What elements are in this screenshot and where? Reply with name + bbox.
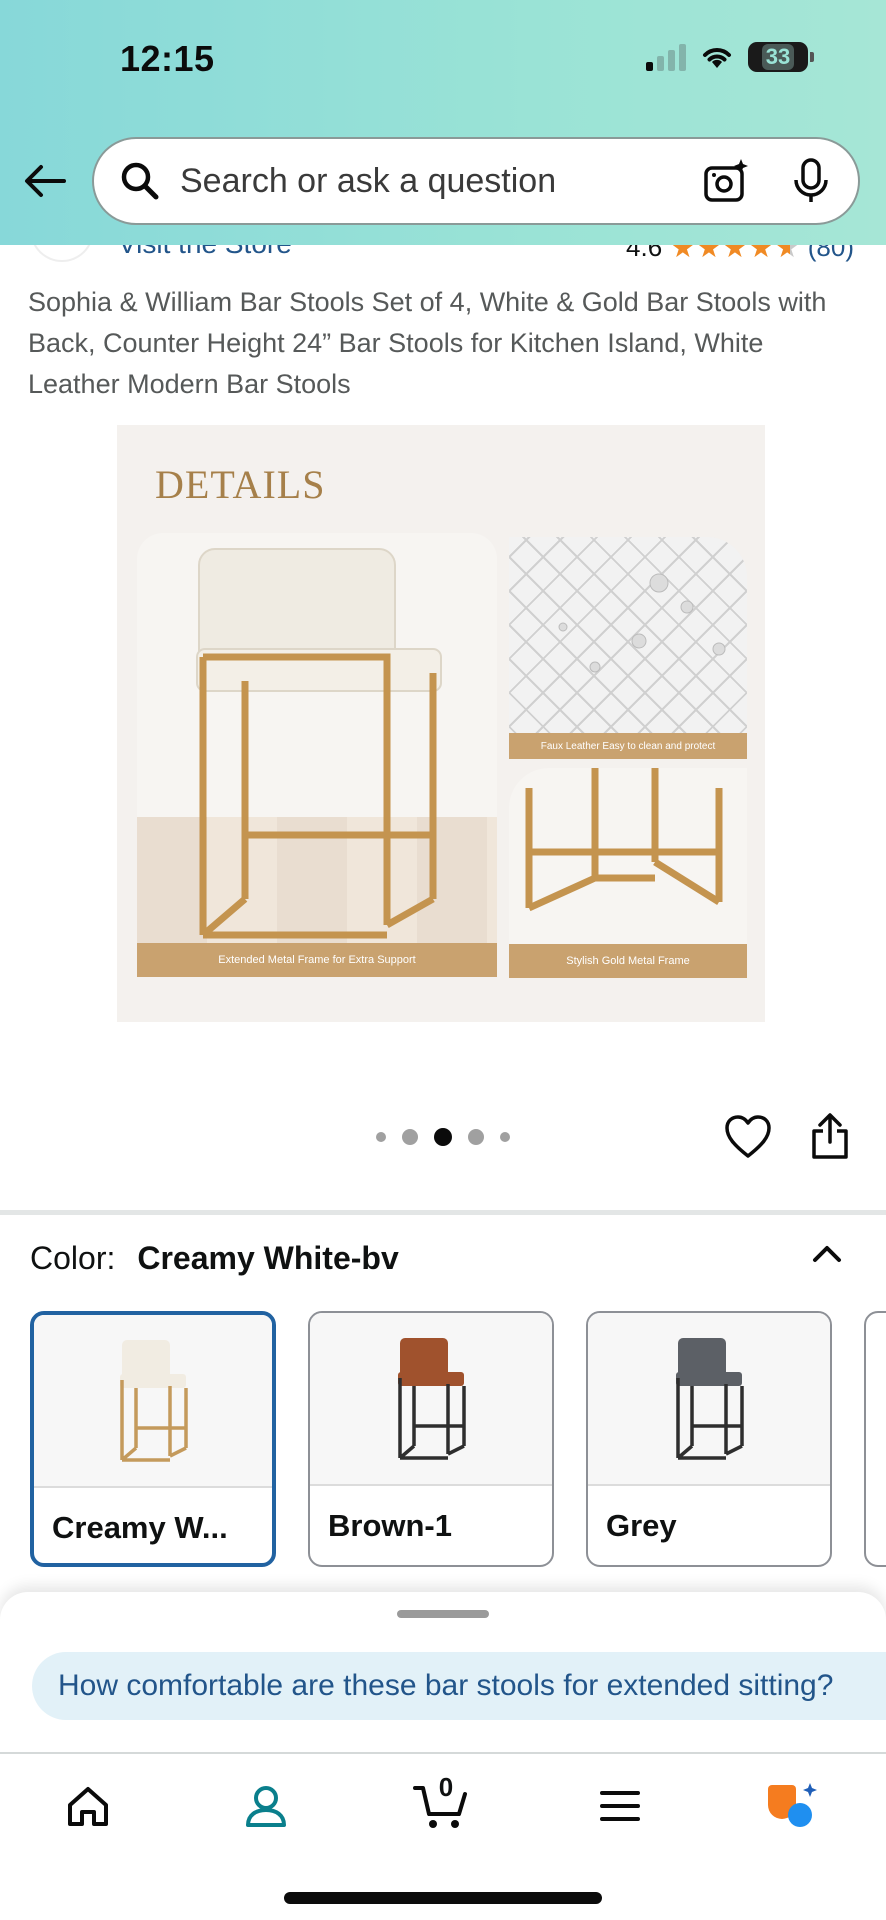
caption-top-right: Faux Leather Easy to clean and protect: [509, 733, 747, 759]
battery-percent: 33: [761, 44, 795, 70]
collapse-color-button[interactable]: [810, 1236, 844, 1270]
stool-thumbnail: [398, 1337, 466, 1460]
home-icon: [68, 1787, 108, 1826]
battery-icon: 33: [748, 42, 814, 72]
bar-stool-illustration: [196, 548, 442, 939]
section-divider: [0, 1210, 886, 1215]
voice-search-button[interactable]: [790, 157, 832, 205]
suggested-question-chip[interactable]: How comfortable are these bar stools for…: [32, 1652, 886, 1720]
person-icon: [246, 1786, 286, 1827]
share-button[interactable]: [810, 1112, 850, 1160]
heart-icon: [725, 1115, 771, 1158]
camera-sparkle-icon: [704, 159, 748, 202]
add-to-list-button[interactable]: [724, 1114, 772, 1160]
cart-count: 0: [438, 1772, 454, 1802]
top-header: 12:15 33 Search or ask a question: [0, 0, 886, 245]
share-icon: [812, 1113, 848, 1159]
color-label: Color:: [30, 1240, 116, 1276]
nav-home[interactable]: [58, 1780, 118, 1832]
color-option-grey[interactable]: Grey: [586, 1311, 832, 1567]
bottom-navbar: 0: [0, 1754, 886, 1920]
color-option-brown[interactable]: Brown-1: [308, 1311, 554, 1567]
search-input[interactable]: Search or ask a question: [180, 162, 702, 201]
sheet-drag-handle[interactable]: [397, 1610, 489, 1618]
back-button[interactable]: [22, 158, 68, 204]
caption-left: Extended Metal Frame for Extra Support: [137, 943, 497, 977]
carousel-dot[interactable]: [468, 1129, 484, 1145]
microphone-icon: [794, 158, 828, 202]
status-icons: 33: [646, 42, 814, 72]
color-option-partial[interactable]: [864, 1311, 886, 1567]
carousel-dot-active[interactable]: [434, 1128, 452, 1146]
swatch-image: [34, 1315, 272, 1488]
image-heading: DETAILS: [155, 462, 326, 507]
stool-thumbnail: [120, 1339, 188, 1462]
nav-account[interactable]: [236, 1780, 296, 1832]
camera-search-button[interactable]: [702, 157, 750, 205]
color-swatches: Creamy W... Brown-1 Grey: [30, 1311, 832, 1567]
assistant-icon: [768, 1783, 817, 1827]
cellular-signal-icon: [646, 43, 686, 71]
nav-cart[interactable]: 0: [412, 1772, 472, 1832]
stool-thumbnail: [676, 1337, 744, 1460]
status-time: 12:15: [120, 38, 215, 79]
assistant-bottom-sheet: How comfortable are these bar stools for…: [0, 1592, 886, 1752]
chevron-up-icon: [813, 1246, 841, 1262]
caption-bottom-right: Stylish Gold Metal Frame: [509, 944, 747, 978]
swatch-label: Brown-1: [328, 1508, 452, 1543]
swatch-label: Grey: [606, 1508, 677, 1543]
image-panel-stool: Extended Metal Frame for Extra Support: [137, 533, 497, 977]
product-image[interactable]: DETAILS Extended Metal Frame for Extra S…: [117, 425, 765, 1022]
water-drops-illustration: [558, 573, 726, 673]
product-title: Sophia & William Bar Stools Set of 4, Wh…: [28, 287, 827, 399]
product-page: Visit the Store 4.6 ★ ★ ★ ★ ★ (80) 12:15: [0, 0, 886, 1920]
search-bar[interactable]: Search or ask a question: [92, 137, 860, 225]
swatch-label: Creamy W...: [52, 1510, 228, 1545]
image-panel-leather: Faux Leather Easy to clean and protect: [509, 537, 747, 759]
nav-menu[interactable]: [590, 1780, 650, 1832]
carousel-dot[interactable]: [500, 1132, 510, 1142]
color-selection-header: Color: Creamy White-bv: [30, 1240, 399, 1277]
color-option-creamy-white[interactable]: Creamy W...: [30, 1311, 276, 1567]
search-icon: [121, 162, 159, 200]
back-arrow-icon: [25, 165, 66, 197]
swatch-image: [310, 1313, 552, 1486]
hamburger-menu-icon: [600, 1791, 640, 1821]
home-indicator: [284, 1892, 602, 1904]
carousel-dot[interactable]: [402, 1129, 418, 1145]
selected-color: Creamy White-bv: [137, 1240, 399, 1276]
nav-rufus-assistant[interactable]: [764, 1780, 824, 1832]
carousel-dot[interactable]: [376, 1132, 386, 1142]
image-panel-frame: Stylish Gold Metal Frame: [509, 768, 747, 978]
wifi-icon: [703, 48, 731, 68]
swatch-image: [588, 1313, 830, 1486]
